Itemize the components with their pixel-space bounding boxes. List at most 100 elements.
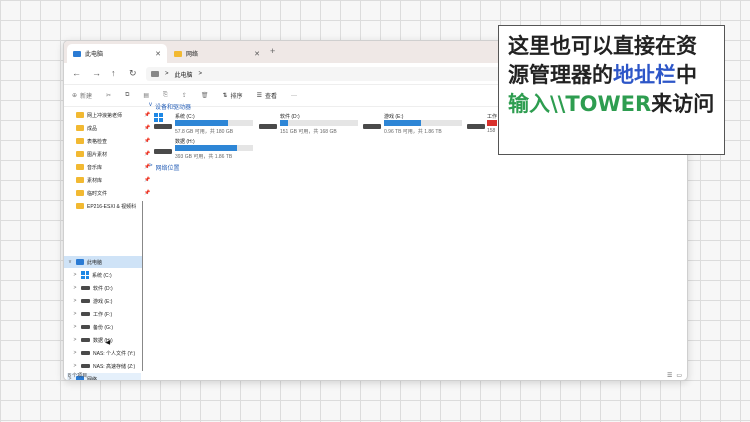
folder-icon — [76, 203, 84, 209]
more-button[interactable]: ··· — [291, 93, 297, 99]
devices-section-header[interactable]: v 设备和驱动器 — [149, 102, 191, 111]
drive-icon — [81, 299, 90, 303]
drive-icon — [154, 149, 172, 154]
usage-fill — [175, 145, 237, 151]
usage-fill — [384, 120, 422, 126]
delete-icon[interactable]: 🗑 — [201, 92, 209, 99]
sidebar-item-drive[interactable]: > 游戏 (E:) — [72, 295, 113, 307]
usage-bar — [280, 120, 358, 126]
breadcrumb-sep: > — [198, 71, 203, 77]
drive-tile[interactable]: 软件 (D:) 151 GB 可用，共 168 GB — [259, 113, 359, 135]
annotation-callout: 这里也可以直接在资源管理器的地址栏中输入\\TOWER来访问 — [498, 25, 725, 155]
folder-icon — [76, 125, 84, 131]
chevron-down-icon: v — [68, 259, 72, 265]
tiles-view-icon[interactable]: ▭ — [676, 372, 682, 379]
folder-icon — [76, 112, 84, 118]
sidebar-item-drive[interactable]: > 备份 (G:) — [72, 321, 113, 333]
computer-icon — [73, 50, 81, 57]
callout-highlight-address-bar: 地址栏 — [613, 63, 676, 87]
network-section-header[interactable]: > 网络位置 — [149, 163, 180, 172]
chevron-right-icon: > — [73, 337, 77, 343]
drive-tile[interactable]: 工作 158 — [467, 113, 497, 135]
tab-network[interactable]: 网络 ✕ — [168, 44, 266, 63]
tab-label: 网络 — [186, 52, 199, 58]
share-icon[interactable]: ⇪ — [182, 92, 187, 99]
status-bar-count: 8 个项目 — [68, 373, 88, 379]
sidebar-item-pinned[interactable]: 临时文件 📌 — [76, 187, 150, 199]
chevron-down-icon: v — [149, 102, 152, 108]
folder-icon — [76, 177, 84, 183]
sidebar-item-pinned[interactable]: EP216-ESXI & 视频科 — [76, 200, 136, 212]
sidebar-scrollbar[interactable] — [142, 201, 143, 371]
sidebar-item-drive[interactable]: > 软件 (D:) — [72, 282, 113, 294]
forward-icon[interactable]: → — [92, 68, 101, 78]
copy-icon[interactable]: ⧉ — [125, 92, 129, 99]
drive-icon — [259, 124, 277, 129]
folder-icon — [76, 190, 84, 196]
view-switcher: ☰ ▭ — [667, 372, 682, 379]
windows-drive-icon — [81, 271, 89, 279]
sidebar-item-pinned[interactable]: 成品 📌 — [76, 122, 150, 134]
sidebar-item-pinned[interactable]: 素材库 📌 — [76, 174, 150, 186]
folder-icon — [76, 138, 84, 144]
up-icon[interactable]: ↑ — [111, 68, 116, 78]
refresh-icon[interactable]: ↻ — [129, 68, 137, 79]
breadcrumb-sep: > — [165, 71, 169, 77]
tab-label: 此电脑 — [85, 52, 104, 58]
windows-drive-icon — [154, 113, 163, 122]
details-view-icon[interactable]: ☰ — [667, 372, 672, 379]
close-icon[interactable]: ✕ — [254, 50, 260, 58]
drive-icon — [467, 124, 485, 129]
cut-icon[interactable]: ✂ — [106, 92, 111, 99]
drive-icon — [81, 286, 90, 290]
chevron-right-icon: > — [73, 272, 77, 278]
chevron-right-icon: > — [73, 298, 77, 304]
drive-icon — [81, 338, 90, 342]
computer-icon — [76, 259, 84, 265]
rename-icon[interactable]: ⎘ — [163, 92, 168, 99]
drive-icon — [81, 325, 90, 329]
sidebar-item-drive[interactable]: > NAS: 个人文件 (Y:) — [72, 347, 136, 359]
tab-this-pc[interactable]: 此电脑 ✕ — [67, 44, 167, 63]
navigation-pane: 网上冲浪第老师 📌 成品 📌 表格检查 📌 图片素材 📌 音乐库 📌 素材库 📌 临时文件 📌… — [64, 107, 150, 380]
drive-tile[interactable]: 游戏 (E:) 0.96 TB 可用，共 1.86 TB — [363, 113, 463, 135]
usage-fill — [175, 120, 229, 126]
chevron-right-icon: > — [73, 311, 77, 317]
usage-bar — [175, 145, 253, 151]
sidebar-item-pinned[interactable]: 图片素材 📌 — [76, 148, 150, 160]
sidebar-item-drive[interactable]: > NAS: 高速存储 (Z:) — [72, 360, 136, 372]
network-drive-icon — [81, 351, 90, 355]
folder-icon — [174, 50, 182, 57]
sidebar-item-pinned[interactable]: 表格检查 📌 — [76, 135, 150, 147]
paste-icon[interactable]: ▤ — [143, 92, 149, 99]
drive-tile[interactable]: 数据 (H:) 393 GB 可用，共 1.86 TB — [154, 138, 254, 160]
usage-bar — [487, 120, 497, 126]
callout-highlight-tower: 输入\\TOWER — [508, 92, 652, 116]
chevron-right-icon: > — [73, 285, 77, 291]
new-button[interactable]: ⊕ 新建 — [72, 91, 92, 100]
sidebar-item-pinned[interactable]: 音乐库 📌 — [76, 161, 150, 173]
close-icon[interactable]: ✕ — [155, 50, 161, 58]
view-icon: ☰ — [256, 93, 262, 99]
chevron-right-icon: > — [73, 324, 77, 330]
drive-icon — [363, 124, 381, 129]
usage-fill — [280, 120, 288, 126]
new-icon: ⊕ — [72, 93, 78, 99]
new-tab-button[interactable]: + — [270, 46, 275, 56]
back-icon[interactable]: ← — [72, 68, 81, 78]
address-bar[interactable]: > 此电脑 > — [146, 67, 501, 81]
sidebar-item-drive[interactable]: > 系统 (C:) — [72, 269, 112, 281]
folder-icon — [76, 151, 84, 157]
drive-icon — [81, 312, 90, 316]
breadcrumb-this-pc[interactable]: 此电脑 — [175, 70, 193, 79]
folder-icon — [76, 164, 84, 170]
usage-bar — [384, 120, 462, 126]
usage-bar — [175, 120, 253, 126]
drive-icon — [154, 124, 172, 129]
sidebar-item-pinned[interactable]: 网上冲浪第老师 📌 — [76, 109, 150, 121]
sidebar-item-this-pc[interactable]: v 此电脑 — [64, 256, 142, 268]
drive-tile[interactable]: 系统 (C:) 57.8 GB 可用，共 180 GB — [154, 113, 254, 135]
usage-fill — [487, 120, 497, 126]
network-drive-icon — [81, 364, 90, 368]
sidebar-item-drive[interactable]: > 工作 (F:) — [72, 308, 113, 320]
